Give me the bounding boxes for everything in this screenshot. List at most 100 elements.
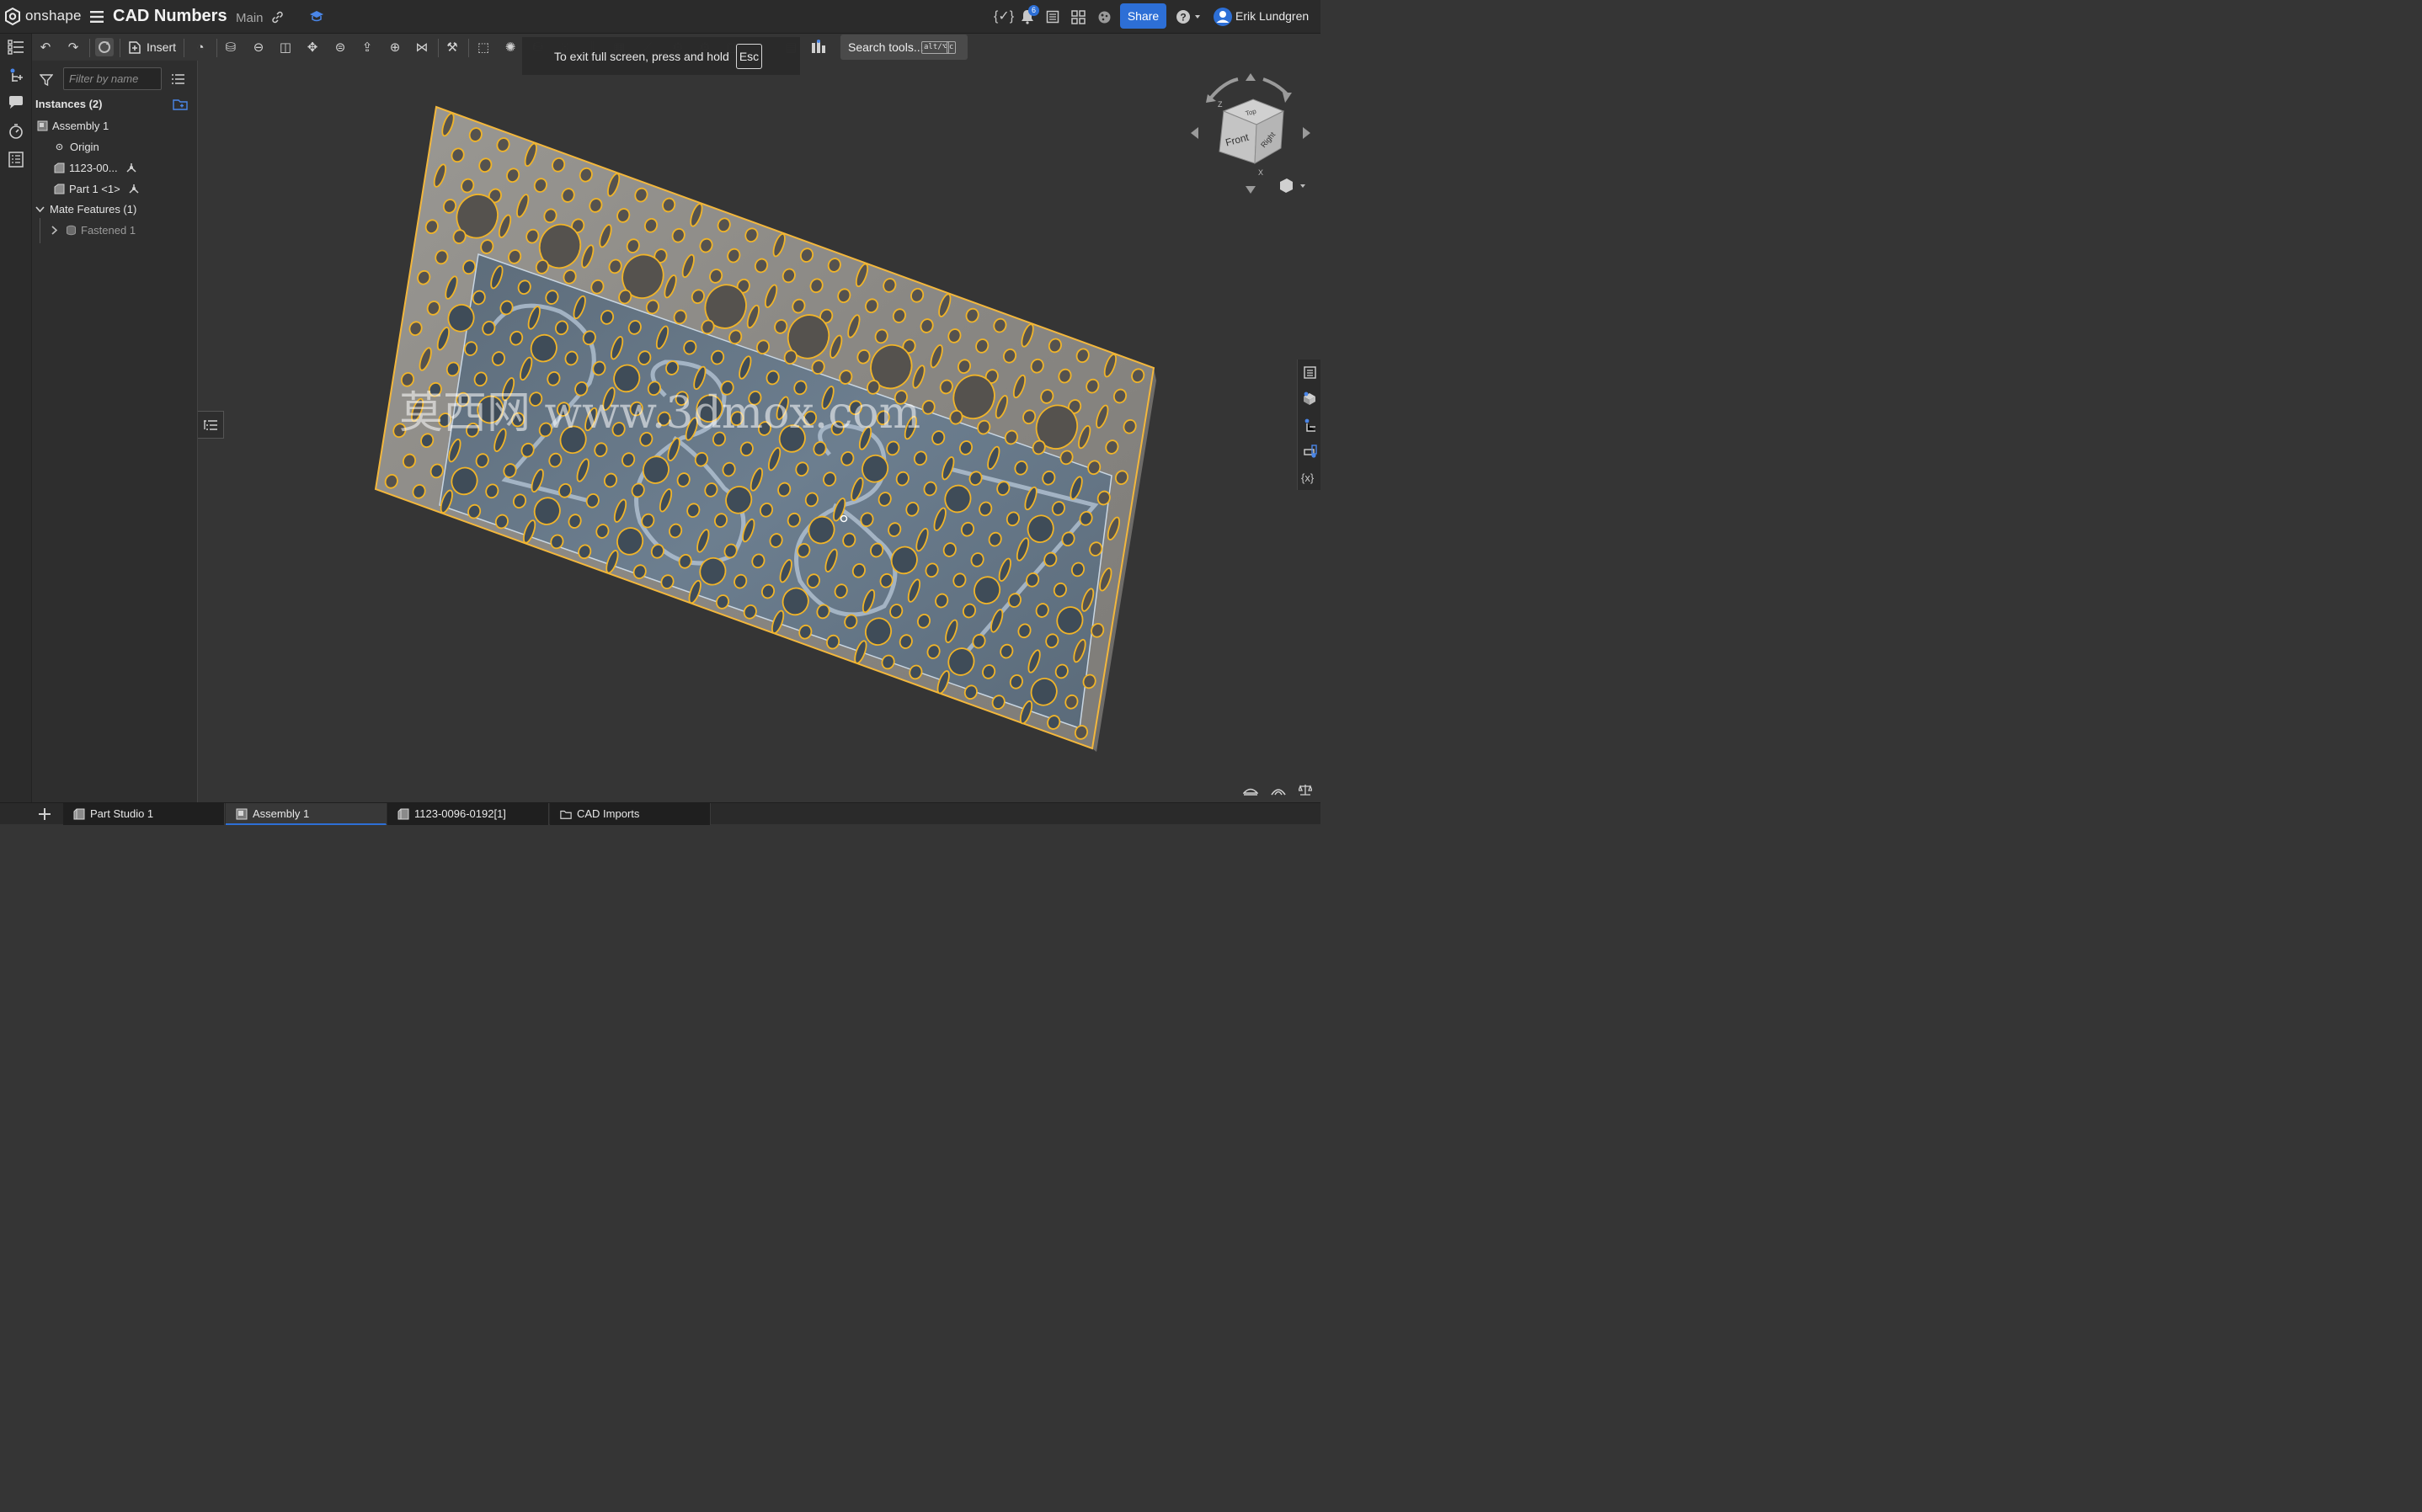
fastened-mate-icon <box>67 225 76 236</box>
tab-cad-imports[interactable]: CAD Imports <box>550 803 711 825</box>
mate-connector-icon[interactable] <box>128 184 140 194</box>
rotate-left-arrow-icon[interactable] <box>1209 77 1239 99</box>
animation-timer-icon[interactable] <box>8 123 24 140</box>
tab-derived-part-studio[interactable]: 1123-0096-0192[1] <box>387 803 549 825</box>
onshape-logo-text[interactable]: onshape <box>25 8 82 24</box>
instances-header: Instances (2) <box>35 98 103 110</box>
shortcut-c-key: c <box>947 41 957 54</box>
hamburger-menu-icon[interactable] <box>90 10 104 24</box>
origin-icon <box>56 143 63 151</box>
onshape-logo-icon[interactable] <box>4 8 21 26</box>
instance-list-panel: Instances (2) Assembly 1 Origin 1123-00.… <box>32 61 198 802</box>
render-mode-icon[interactable] <box>1270 785 1287 796</box>
tree-item-label: Assembly 1 <box>52 120 109 132</box>
section-view-icon[interactable] <box>1243 785 1258 796</box>
left-rail <box>0 34 32 824</box>
search-tools-label: Search tools... <box>848 40 924 54</box>
group-icon[interactable]: ⬚ <box>474 39 493 57</box>
parallel-mate-icon[interactable]: ⋈ <box>413 39 431 57</box>
tree-item-part-instance-2[interactable]: Part 1 <1> <box>54 183 140 195</box>
filter-funnel-icon[interactable] <box>40 73 53 87</box>
planar-mate-icon[interactable]: ✥ <box>303 39 322 57</box>
view-right-arrow-icon[interactable] <box>1303 127 1310 139</box>
bill-of-materials-icon[interactable] <box>8 152 24 168</box>
add-tab-icon[interactable] <box>39 808 51 820</box>
user-avatar-icon[interactable] <box>1213 7 1233 27</box>
tab-assembly-1[interactable]: Assembly 1 <box>226 803 387 825</box>
tree-item-origin[interactable]: Origin <box>56 141 99 153</box>
configuration-panel-icon[interactable]: {x} <box>1301 471 1314 485</box>
view-left-arrow-icon[interactable] <box>1191 127 1198 139</box>
render-studio-icon[interactable] <box>1097 10 1112 24</box>
tangent-mate-icon[interactable]: ⚒ <box>443 39 461 57</box>
fullscreen-message: To exit full screen, press and hold <box>554 50 729 63</box>
document-info-icon[interactable] <box>1046 10 1059 24</box>
branch-name[interactable]: Main <box>236 11 264 25</box>
variables-icon[interactable]: {✓} <box>994 10 1014 24</box>
slider-mate-icon[interactable]: ◫ <box>276 39 295 57</box>
learning-center-icon[interactable] <box>309 9 324 23</box>
tree-item-assembly[interactable]: Assembly 1 <box>37 120 109 132</box>
mass-properties-icon[interactable] <box>1299 783 1312 796</box>
tab-label: Part Studio 1 <box>90 807 154 820</box>
revolute-mate-icon[interactable]: ⊖ <box>249 39 268 57</box>
shortcut-alt-key: alt/⌥ <box>921 41 950 54</box>
ball-mate-icon[interactable]: ⊕ <box>386 39 404 57</box>
document-title[interactable]: CAD Numbers <box>113 7 227 26</box>
insert-button-label[interactable]: Insert <box>147 40 176 54</box>
right-panel-rail: {x} <box>1297 359 1320 490</box>
mate-connector-icon[interactable]: ◔ <box>191 39 210 57</box>
feature-list-icon[interactable] <box>8 40 24 55</box>
user-name[interactable]: Erik Lundgren <box>1235 9 1309 23</box>
regenerate-icon[interactable] <box>95 38 114 56</box>
view-options-dropdown-icon[interactable] <box>1300 184 1305 188</box>
app-store-icon[interactable] <box>1071 10 1086 24</box>
insert-instance-icon[interactable] <box>8 67 24 84</box>
named-views-panel-icon[interactable] <box>1304 445 1317 459</box>
tree-item-part-instance-1[interactable]: 1123-00... <box>54 162 137 174</box>
chevron-right-icon[interactable] <box>51 226 58 235</box>
part-instance-icon <box>54 162 65 173</box>
gear-relation-icon[interactable]: ✺ <box>501 39 520 57</box>
view-options-cube-icon[interactable] <box>1280 178 1293 193</box>
tree-item-fastened-mate[interactable]: Fastened 1 <box>51 224 136 237</box>
pin-slot-mate-icon[interactable]: ⇪ <box>358 39 376 57</box>
new-folder-icon[interactable] <box>173 98 188 110</box>
view-up-arrow-icon[interactable] <box>1246 73 1256 81</box>
mate-features-header[interactable]: Mate Features (1) <box>35 203 136 216</box>
insert-icon[interactable] <box>128 40 141 55</box>
view-down-arrow-icon[interactable] <box>1246 186 1256 194</box>
mate-connector-icon[interactable] <box>125 162 137 173</box>
filter-by-name-input[interactable] <box>63 67 162 90</box>
share-button[interactable]: Share <box>1120 3 1166 29</box>
appearance-panel-icon[interactable] <box>1303 391 1317 406</box>
toolbar-separator <box>89 39 90 57</box>
list-view-icon[interactable] <box>172 73 184 85</box>
chevron-down-icon[interactable] <box>35 205 45 213</box>
cube-faces[interactable]: Top Front Right <box>1219 98 1285 164</box>
tab-part-studio-1[interactable]: Part Studio 1 <box>63 803 225 825</box>
undo-icon[interactable]: ↶ <box>36 39 55 57</box>
fullscreen-toast: To exit full screen, press and hold Esc <box>522 37 800 75</box>
link-icon[interactable] <box>271 11 284 24</box>
properties-panel-icon[interactable] <box>1304 366 1316 379</box>
document-tab-bar: Part Studio 1 Assembly 1 1123-0096-0192[… <box>0 802 1320 825</box>
tree-item-label: Part 1 <1> <box>69 183 120 195</box>
axis-z-label: Z <box>1218 100 1223 109</box>
toolbar-separator <box>468 39 469 57</box>
mate-values-panel-icon[interactable] <box>1304 418 1317 433</box>
search-tools-field[interactable]: Search tools... alt/⌥ c <box>840 35 968 60</box>
help-menu-icon[interactable]: ? <box>1176 9 1201 24</box>
tree-item-label: Origin <box>70 141 99 153</box>
fastened-mate-icon[interactable]: ⛁ <box>221 39 240 57</box>
redo-icon[interactable]: ↷ <box>64 39 83 57</box>
configurations-icon[interactable] <box>810 39 827 56</box>
cylindrical-mate-icon[interactable]: ⊜ <box>331 39 349 57</box>
part-studio-icon <box>397 808 409 820</box>
view-cube[interactable]: Top Front Right Z X <box>1186 71 1312 197</box>
graphics-viewport[interactable]: 莫西网 www.3dmox.com <box>199 61 1297 802</box>
assembly-icon <box>37 120 48 131</box>
esc-key: Esc <box>736 44 762 69</box>
notification-count-badge: 6 <box>1028 5 1039 16</box>
comments-icon[interactable] <box>8 95 24 110</box>
